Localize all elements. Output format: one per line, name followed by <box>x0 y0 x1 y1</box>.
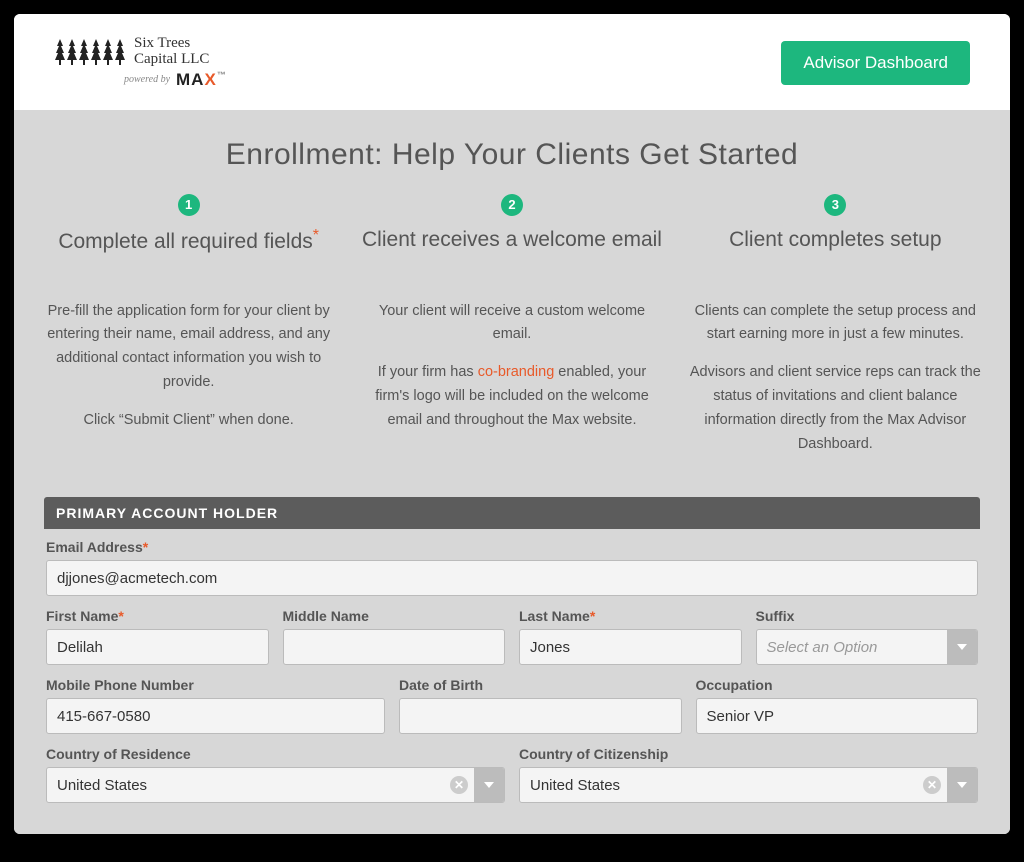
email-input[interactable] <box>46 560 978 596</box>
step-title: Complete all required fields* <box>36 226 341 282</box>
co-branding-link[interactable]: co-branding <box>478 364 555 380</box>
chevron-down-icon <box>947 630 977 664</box>
email-label: Email Address* <box>46 539 978 555</box>
step-badge: 3 <box>824 194 846 216</box>
dob-label: Date of Birth <box>399 677 682 693</box>
step-3: 3 Client completes setup Clients can com… <box>683 194 988 472</box>
clear-icon[interactable]: ✕ <box>923 776 941 794</box>
step-text: Advisors and client service reps can tra… <box>683 361 988 457</box>
first-name-label: First Name* <box>46 608 269 624</box>
logo-text-1: Six Trees <box>134 36 209 52</box>
form-section: PRIMARY ACCOUNT HOLDER Email Address* Fi… <box>44 497 980 803</box>
step-title: Client completes setup <box>683 226 988 282</box>
occupation-input[interactable] <box>696 698 979 734</box>
citizenship-select[interactable]: United States ✕ <box>519 767 978 803</box>
step-title: Client receives a welcome email <box>359 226 664 282</box>
first-name-input[interactable] <box>46 629 269 665</box>
step-text: Click “Submit Client” when done. <box>36 409 341 433</box>
chevron-down-icon <box>474 768 504 802</box>
step-text: Pre-fill the application form for your c… <box>36 300 341 396</box>
step-2: 2 Client receives a welcome email Your c… <box>359 194 664 472</box>
advisor-dashboard-button[interactable]: Advisor Dashboard <box>781 41 970 85</box>
citizenship-label: Country of Citizenship <box>519 746 978 762</box>
residence-select[interactable]: United States ✕ <box>46 767 505 803</box>
last-name-label: Last Name* <box>519 608 742 624</box>
logo: Six Trees Capital LLC powered by MAX™ <box>54 36 227 90</box>
steps-row: 1 Complete all required fields* Pre-fill… <box>36 194 988 472</box>
step-text: If your firm has co-branding enabled, yo… <box>359 361 664 433</box>
logo-text-2: Capital LLC <box>134 52 209 68</box>
suffix-label: Suffix <box>756 608 979 624</box>
step-1: 1 Complete all required fields* Pre-fill… <box>36 194 341 472</box>
trees-icon <box>54 37 126 67</box>
middle-name-label: Middle Name <box>283 608 506 624</box>
page-title: Enrollment: Help Your Clients Get Starte… <box>36 138 988 172</box>
step-text: Clients can complete the setup process a… <box>683 300 988 348</box>
clear-icon[interactable]: ✕ <box>450 776 468 794</box>
mobile-label: Mobile Phone Number <box>46 677 385 693</box>
step-badge: 2 <box>501 194 523 216</box>
occupation-label: Occupation <box>696 677 979 693</box>
powered-by: powered by <box>124 74 170 85</box>
header: Six Trees Capital LLC powered by MAX™ Ad… <box>14 14 1010 110</box>
step-badge: 1 <box>178 194 200 216</box>
middle-name-input[interactable] <box>283 629 506 665</box>
residence-label: Country of Residence <box>46 746 505 762</box>
mobile-input[interactable] <box>46 698 385 734</box>
step-text: Your client will receive a custom welcom… <box>359 300 664 348</box>
suffix-select[interactable]: Select an Option <box>756 629 979 665</box>
chevron-down-icon <box>947 768 977 802</box>
last-name-input[interactable] <box>519 629 742 665</box>
dob-input[interactable] <box>399 698 682 734</box>
section-header: PRIMARY ACCOUNT HOLDER <box>44 497 980 529</box>
max-brand: MAX™ <box>176 70 227 90</box>
